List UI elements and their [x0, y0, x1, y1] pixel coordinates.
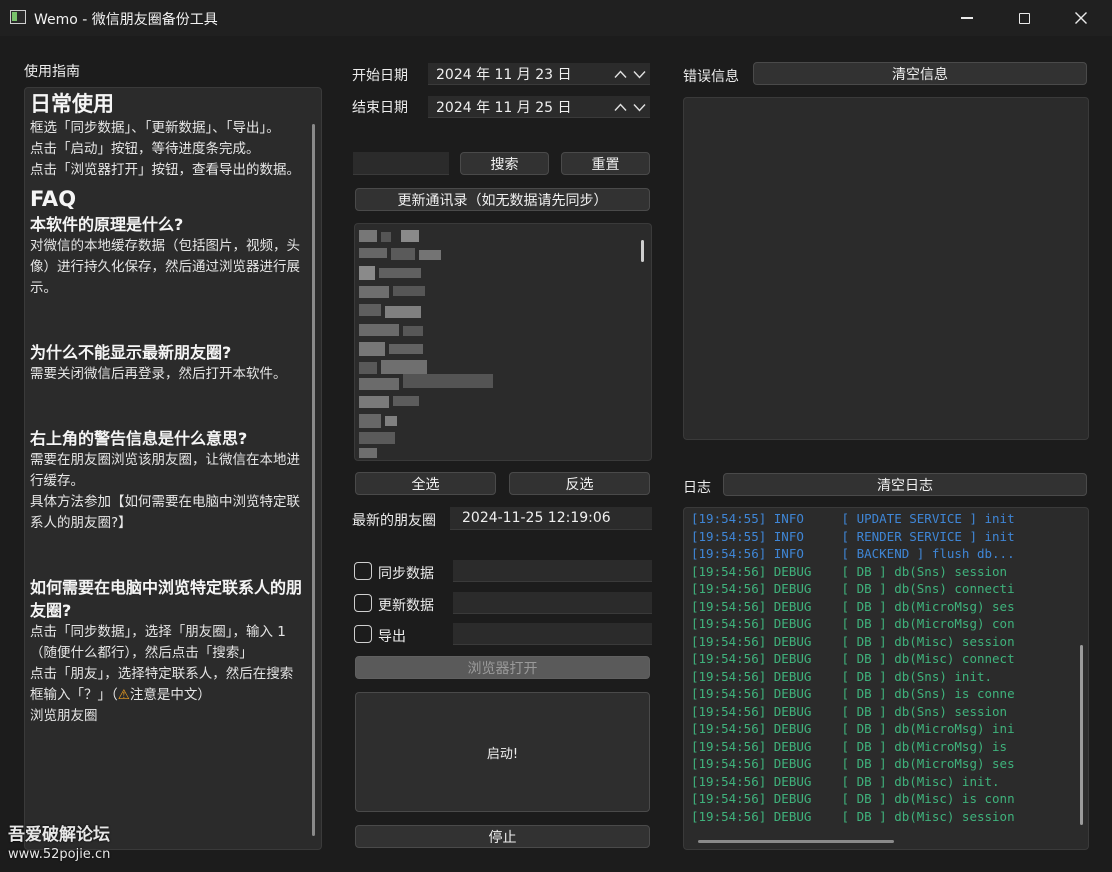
guide-content: 日常使用 框选「同步数据」、「更新数据」、「导出」。 点击「启动」按钮，等待进度… [30, 90, 306, 727]
log-line: [19:54:56] DEBUG [ DB ] db(Sns) init. [691, 668, 993, 684]
log-line: [19:54:55] INFO [ UPDATE SERVICE ] init [691, 511, 1015, 526]
log-label: 日志 [683, 480, 711, 496]
warning-icon: ⚠ [117, 687, 130, 703]
faq-answer: 对微信的本地缓存数据（包括图片，视频，头像）进行持久化保存，然后通过浏览器进行展… [30, 238, 300, 296]
watermark-title: 吾爱破解论坛 [8, 825, 110, 845]
log-line: [19:54:56] INFO [ BACKEND ] flush db... [691, 546, 1015, 561]
log-panel[interactable]: [19:54:55] INFO [ UPDATE SERVICE ] init [… [683, 507, 1089, 850]
latest-moment-field: 2024-11-25 12:19:06 [450, 507, 652, 530]
contact-list[interactable] [354, 223, 652, 461]
faq-answer: 需要关闭微信后再登录，然后打开本软件。 [30, 366, 287, 382]
log-lines: [19:54:55] INFO [ UPDATE SERVICE ] init [… [691, 510, 1015, 825]
start-date-label: 开始日期 [352, 68, 408, 84]
clear-log-button[interactable]: 清空日志 [723, 473, 1087, 496]
faq-answer-part: 注意是中文） [129, 687, 211, 703]
log-line: [19:54:55] INFO [ RENDER SERVICE ] init [691, 528, 1015, 544]
app-icon [10, 10, 26, 24]
log-line: [19:54:56] DEBUG [ DB ] db(MicroMsg) ini [691, 721, 1015, 736]
end-date-value: 2024 年 11 月 25 日 [436, 99, 572, 116]
stop-button[interactable]: 停止 [355, 825, 650, 848]
start-date-value: 2024 年 11 月 23 日 [436, 66, 572, 83]
guide-heading-daily: 日常使用 [30, 92, 114, 116]
start-button[interactable]: 启动! [355, 692, 650, 812]
log-line: [19:54:56] DEBUG [ DB ] db(Misc) is conn [691, 791, 1015, 806]
minimize-button[interactable] [944, 0, 990, 36]
sync-data-progress [453, 560, 652, 582]
close-button[interactable] [1058, 0, 1104, 36]
log-line: [19:54:56] DEBUG [ DB ] db(MicroMsg) ses [691, 598, 1015, 614]
browser-open-button[interactable]: 浏览器打开 [355, 656, 650, 679]
faq-question: 如何需要在电脑中浏览特定联系人的朋友圈? [30, 578, 303, 620]
faq-answer: 具体方法参加【如何需要在电脑中浏览特定联系人的朋友圈?】 [30, 494, 300, 531]
faq-question: 右上角的警告信息是什么意思? [30, 429, 248, 448]
latest-moment-value: 2024-11-25 12:19:06 [462, 510, 611, 526]
end-date-label: 结束日期 [352, 100, 408, 116]
title-bar: Wemo - 微信朋友圈备份工具 [0, 0, 1112, 36]
log-line: [19:54:56] DEBUG [ DB ] db(Sns) session [691, 703, 1008, 719]
error-label: 错误信息 [683, 69, 739, 85]
faq-question: 本软件的原理是什么? [30, 215, 184, 234]
invert-selection-button[interactable]: 反选 [509, 472, 650, 495]
contact-list-scrollbar[interactable] [641, 240, 644, 262]
clear-errors-button[interactable]: 清空信息 [753, 62, 1087, 85]
update-data-progress [453, 592, 652, 614]
guide-panel[interactable]: 日常使用 框选「同步数据」、「更新数据」、「导出」。 点击「启动」按钮，等待进度… [24, 87, 322, 850]
update-data-label: 更新数据 [378, 598, 434, 614]
start-date-spinner[interactable] [614, 64, 648, 84]
maximize-icon [1018, 12, 1030, 24]
log-vertical-scrollbar[interactable] [1080, 645, 1083, 825]
log-line: [19:54:56] DEBUG [ DB ] db(MicroMsg) is [691, 738, 1008, 754]
log-line: [19:54:56] DEBUG [ DB ] db(Misc) init. [691, 773, 1000, 789]
watermark: 吾爱破解论坛 www.52pojie.cn [8, 824, 110, 864]
search-input[interactable] [353, 152, 449, 175]
log-line: [19:54:56] DEBUG [ DB ] db(Sns) connecti [691, 581, 1015, 596]
window-title: Wemo - 微信朋友圈备份工具 [34, 12, 218, 28]
export-progress [453, 623, 652, 645]
log-line: [19:54:56] DEBUG [ DB ] db(MicroMsg) con [691, 616, 1015, 631]
log-line: [19:54:56] DEBUG [ DB ] db(Sns) session [691, 563, 1008, 579]
log-line: [19:54:56] DEBUG [ DB ] db(Misc) session [691, 808, 1015, 824]
watermark-url: www.52pojie.cn [8, 847, 111, 862]
chevron-up-icon[interactable] [614, 69, 627, 79]
update-contacts-button[interactable]: 更新通讯录（如无数据请先同步） [355, 188, 650, 211]
faq-question: 为什么不能显示最新朋友圈? [30, 343, 232, 362]
faq-answer: 点击「同步数据」，选择「朋友圈」，输入 1（随便什么都行），然后点击「搜索」 [30, 624, 286, 661]
sync-data-checkbox[interactable] [354, 562, 372, 580]
guide-text: 点击「浏览器打开」按钮，查看导出的数据。 [30, 162, 300, 178]
log-horizontal-scrollbar[interactable] [698, 840, 894, 843]
latest-moment-label: 最新的朋友圈 [352, 513, 436, 529]
error-panel[interactable] [683, 97, 1089, 440]
faq-answer: 浏览朋友圈 [30, 708, 98, 724]
log-line: [19:54:56] DEBUG [ DB ] db(Misc) session [691, 633, 1015, 649]
sync-data-label: 同步数据 [378, 566, 434, 582]
minimize-icon [961, 17, 973, 19]
guide-text: 框选「同步数据」、「更新数据」、「导出」。 [30, 120, 280, 136]
chevron-up-icon[interactable] [614, 102, 627, 112]
export-label: 导出 [378, 629, 406, 645]
close-icon [1075, 12, 1087, 24]
log-line: [19:54:56] DEBUG [ DB ] db(Misc) connect [691, 651, 1015, 666]
faq-answer: 点击「朋友」，选择特定联系人，然后在搜索框输入「？」（⚠注意是中文） [30, 664, 306, 706]
search-button[interactable]: 搜索 [460, 152, 549, 175]
guide-scrollbar[interactable] [312, 124, 315, 836]
end-date-spinner[interactable] [614, 97, 648, 117]
update-data-checkbox[interactable] [354, 594, 372, 612]
guide-label: 使用指南 [24, 64, 80, 80]
faq-answer: 需要在朋友圈浏览该朋友圈，让微信在本地进行缓存。 [30, 452, 300, 489]
maximize-button[interactable] [1001, 0, 1047, 36]
chevron-down-icon[interactable] [633, 70, 646, 79]
guide-heading-faq: FAQ [30, 187, 77, 211]
log-line: [19:54:56] DEBUG [ DB ] db(MicroMsg) ses [691, 756, 1015, 771]
select-all-button[interactable]: 全选 [355, 472, 496, 495]
chevron-down-icon[interactable] [633, 103, 646, 112]
guide-text: 点击「启动」按钮，等待进度条完成。 [30, 141, 260, 157]
export-checkbox[interactable] [354, 625, 372, 643]
log-line: [19:54:56] DEBUG [ DB ] db(Sns) is conne [691, 686, 1015, 701]
reset-button[interactable]: 重置 [561, 152, 650, 175]
